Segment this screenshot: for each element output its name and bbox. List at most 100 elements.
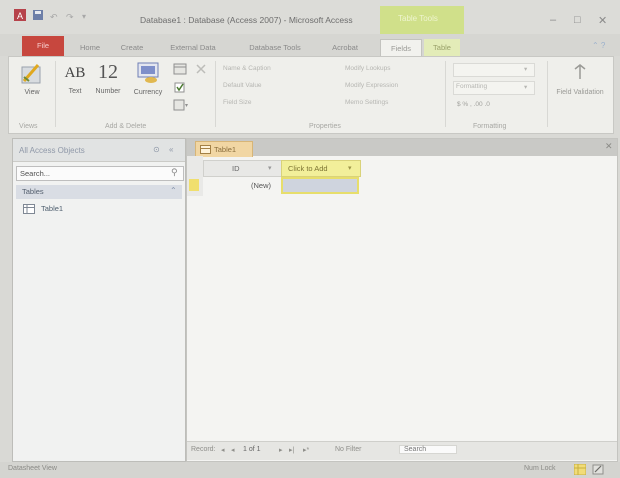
ribbon: View Views AB Text 12 Number Currency Ad… [8, 56, 614, 134]
tab-create[interactable]: Create [112, 39, 152, 56]
add-currency-field-button[interactable]: Currency [129, 61, 167, 96]
record-position-input[interactable]: 1 of 1 [243, 446, 261, 453]
table-icon [23, 204, 35, 214]
number-field-label: Number [95, 88, 121, 95]
view-button[interactable]: View [15, 61, 49, 105]
status-view-label: Datasheet View [8, 465, 57, 472]
tab-fields[interactable]: Fields [380, 39, 422, 57]
group-separator [445, 61, 446, 127]
column-header-click-to-add[interactable]: Click to Add ▾ [281, 160, 361, 177]
nav-pane-title: All Access Objects [19, 146, 85, 155]
redo-icon[interactable]: ↷ [66, 12, 74, 23]
tab-home[interactable]: Home [72, 39, 108, 56]
chevron-down-icon: ▾ [524, 66, 528, 73]
field-validation-button[interactable]: Field Validation [553, 63, 607, 96]
nav-pane-header[interactable]: All Access Objects ⊙ « [13, 139, 185, 162]
previous-record-button[interactable]: ◂ [231, 446, 235, 454]
document-tab-label: Table1 [214, 145, 237, 154]
new-record-id-cell[interactable]: (New) [203, 177, 281, 194]
maximize-button[interactable]: □ [574, 14, 581, 26]
window-title: Database1 : Database (Access 2007) - Mic… [140, 15, 353, 25]
group-separator [547, 61, 548, 127]
last-record-button[interactable]: ▸| [289, 446, 294, 454]
record-navigation-bar: Record: ◂ ◂ 1 of 1 ▸ ▸| ▸* No Filter Sea… [187, 441, 617, 460]
group-separator [55, 61, 56, 127]
design-view-icon[interactable] [592, 464, 604, 475]
add-delete-group-label: Add & Delete [105, 123, 147, 130]
save-icon[interactable] [32, 9, 44, 21]
access-app-icon[interactable]: A [14, 9, 26, 21]
contextual-group-label: Table Tools [398, 14, 438, 23]
number-field-icon: 12 [98, 61, 118, 83]
default-value-button[interactable]: Default Value [223, 82, 262, 89]
document-area: Table1 ✕ ID ▾ Click to Add ▾ (New) Recor… [186, 138, 618, 462]
chevron-down-icon[interactable]: ▾ [348, 164, 352, 172]
nav-dropdown-icon[interactable]: ⊙ [153, 145, 160, 154]
new-record-add-cell[interactable] [281, 177, 359, 194]
formatting-group-label: Formatting [473, 123, 507, 130]
add-number-field-button[interactable]: 12 Number [91, 61, 125, 95]
record-search-input[interactable]: Search [399, 445, 458, 454]
field-size-input[interactable]: Field Size [223, 99, 252, 106]
document-tab-table1[interactable]: Table1 [195, 141, 253, 157]
text-field-label: Text [68, 88, 82, 95]
nav-search-placeholder: Search... [20, 169, 51, 178]
text-field-icon: AB [64, 65, 86, 81]
delete-field-icon[interactable] [195, 63, 207, 75]
svg-text:A: A [17, 11, 23, 21]
status-bar: Datasheet View Num Lock [0, 462, 620, 478]
tab-database-tools[interactable]: Database Tools [236, 39, 314, 56]
nav-search-input[interactable]: Search... ⚲ [16, 166, 184, 181]
more-fields-icon[interactable] [173, 99, 189, 111]
name-caption-button[interactable]: Name & Caption [223, 65, 271, 72]
customize-qat-icon[interactable]: ▾ [82, 12, 86, 21]
nav-group-label: Tables [22, 187, 44, 196]
nav-group-tables[interactable]: Tables ⌃ [16, 185, 182, 199]
first-record-button[interactable]: ◂ [221, 446, 225, 454]
close-document-icon[interactable]: ✕ [605, 141, 613, 152]
new-row-label: (New) [251, 181, 271, 190]
help-icon[interactable]: ⌃ ? [592, 41, 605, 50]
title-bar: A ↶ ↷ ▾ Database1 : Database (Access 200… [0, 0, 620, 34]
memo-settings-button[interactable]: Memo Settings [345, 99, 388, 106]
record-label: Record: [191, 446, 216, 453]
yes-no-icon[interactable] [173, 81, 187, 93]
field-validation-label: Field Validation [556, 89, 604, 96]
num-lock-indicator: Num Lock [524, 465, 556, 472]
sort-dropdown-icon[interactable]: ▾ [268, 164, 272, 172]
column-header-label: Click to Add [288, 164, 328, 173]
tab-acrobat[interactable]: Acrobat [322, 39, 368, 56]
date-time-icon[interactable] [173, 63, 187, 75]
data-type-select[interactable]: ▾ [453, 63, 535, 77]
filter-indicator[interactable]: No Filter [335, 446, 361, 453]
close-button[interactable]: ✕ [598, 14, 607, 27]
undo-icon[interactable]: ↶ [50, 12, 58, 23]
minimize-button[interactable]: – [550, 14, 556, 26]
shutter-bar-icon[interactable]: « [169, 145, 173, 154]
add-text-field-button[interactable]: AB Text [61, 65, 89, 95]
contextual-tab-group: Table Tools [380, 6, 464, 34]
properties-group-label: Properties [309, 123, 341, 130]
number-format-buttons[interactable]: $ % , .00 .0 [457, 101, 490, 108]
collapse-icon[interactable]: ⌃ [170, 186, 177, 195]
chevron-down-icon: ▾ [524, 84, 528, 91]
new-record-row-selector[interactable] [189, 179, 199, 191]
ribbon-tabs: File Home Create External Data Database … [0, 34, 620, 57]
view-button-label: View [24, 89, 40, 96]
new-record-button[interactable]: ▸* [303, 446, 309, 454]
view-icon [21, 64, 41, 84]
tab-table[interactable]: Table [424, 39, 460, 56]
tab-external-data[interactable]: External Data [158, 39, 228, 56]
modify-expression-button[interactable]: Modify Expression [345, 82, 398, 89]
document-tab-bar: Table1 ✕ [187, 139, 617, 157]
next-record-button[interactable]: ▸ [279, 446, 283, 454]
modify-lookups-button[interactable]: Modify Lookups [345, 65, 391, 72]
table-icon [200, 145, 211, 154]
navigation-pane: All Access Objects ⊙ « Search... ⚲ Table… [12, 138, 186, 462]
datasheet-view-icon[interactable] [574, 464, 586, 475]
tab-file[interactable]: File [22, 36, 64, 56]
column-header-id[interactable]: ID ▾ [203, 160, 283, 177]
format-select[interactable]: Formatting ▾ [453, 81, 535, 95]
validation-icon [574, 64, 586, 79]
currency-field-icon [137, 62, 159, 83]
